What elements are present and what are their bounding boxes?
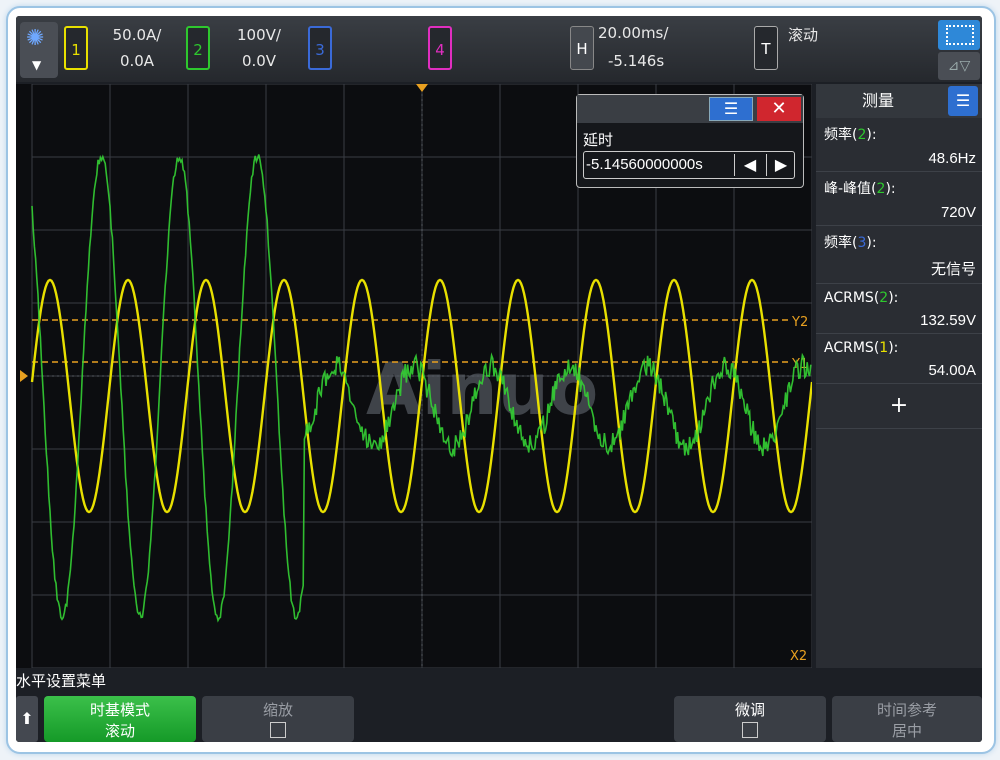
trigger-position-marker: [416, 84, 428, 92]
measure-label: ACRMS(1):: [824, 340, 976, 356]
softkey-label: 时基模式: [44, 699, 196, 720]
main-menu-button[interactable]: ✺ ▼: [20, 22, 58, 78]
logo-icon: ✺: [26, 26, 44, 51]
measure-header: 测量 ☰: [816, 84, 982, 118]
measure-value: 无信号: [824, 258, 976, 279]
zoom-checkbox[interactable]: [270, 722, 286, 738]
measure-item[interactable]: ACRMS(2): 132.59V: [816, 284, 982, 334]
channel-2-scale: 100V/: [224, 26, 294, 44]
channel-1-offset: 0.0A: [102, 52, 172, 70]
ground-marker: [20, 370, 28, 382]
channel-1-scale: 50.0A/: [102, 26, 172, 44]
measure-item[interactable]: 频率(3): 无信号: [816, 226, 982, 284]
channel-3-button[interactable]: 3: [308, 26, 332, 70]
measure-title: 测量: [862, 84, 894, 118]
measure-label: 频率(3):: [824, 232, 976, 252]
measure-label: 峰-峰值(2):: [824, 178, 976, 198]
fine-checkbox[interactable]: [742, 722, 758, 738]
dialog-menu-icon[interactable]: ☰: [709, 97, 753, 121]
measure-item[interactable]: ACRMS(1): 54.00A: [816, 334, 982, 384]
increment-icon[interactable]: ▶: [766, 154, 795, 176]
decrement-icon[interactable]: ◀: [734, 154, 765, 176]
measure-item[interactable]: 频率(2): 48.6Hz: [816, 118, 982, 172]
measure-value: 54.00A: [824, 362, 976, 379]
measure-label: ACRMS(2):: [824, 290, 976, 306]
cursor-y2-label: Y2: [791, 315, 808, 330]
cursor-mode-icon[interactable]: ⊿▽: [938, 52, 980, 80]
delay-dialog: ☰ ✕ 延时 -5.14560000000s ◀ ▶: [576, 94, 804, 188]
delay-field[interactable]: -5.14560000000s ◀ ▶: [583, 151, 795, 179]
channel-2-button[interactable]: 2: [186, 26, 210, 70]
softkey-label: 微调: [674, 699, 826, 720]
timebase-mode-softkey[interactable]: 时基模式 滚动: [44, 696, 196, 742]
dropdown-arrow-icon: ▼: [32, 58, 41, 72]
add-measurement-button[interactable]: +: [816, 384, 982, 429]
measure-item[interactable]: 峰-峰值(2): 720V: [816, 172, 982, 226]
back-arrow-icon[interactable]: ⬆: [16, 696, 38, 742]
softkey-value: 居中: [832, 720, 982, 741]
zoom-softkey[interactable]: 缩放: [202, 696, 354, 742]
dialog-title: 延时: [583, 129, 613, 150]
softkey-value: 滚动: [44, 720, 196, 741]
channel-2-offset: 0.0V: [224, 52, 294, 70]
measure-value: 132.59V: [824, 312, 976, 329]
softkey-label: 缩放: [202, 699, 354, 720]
time-delay: -5.146s: [608, 52, 688, 70]
softkey-label: 时间参考: [832, 699, 982, 720]
oscilloscope-screen: ✺ ▼ 1 50.0A/ 0.0A 2 100V/ 0.0V 3 4 H 20.…: [16, 16, 982, 742]
time-scale: 20.00ms/: [598, 24, 688, 42]
measure-panel: 测量 ☰ 频率(2): 48.6Hz 峰-峰值(2): 720V 频率(3): 无信号 AC…: [816, 84, 982, 668]
channel-4-button[interactable]: 4: [428, 26, 452, 70]
time-reference-softkey[interactable]: 时间参考 居中: [832, 696, 982, 742]
selection-icon[interactable]: [938, 20, 980, 50]
measure-menu-icon[interactable]: ☰: [948, 86, 978, 116]
trigger-mode: 滚动: [788, 24, 848, 45]
measure-value: 720V: [824, 204, 976, 221]
channel-1-button[interactable]: 1: [64, 26, 88, 70]
menu-title: 水平设置菜单: [16, 670, 106, 691]
measure-label: 频率(2):: [824, 124, 976, 144]
top-bar: ✺ ▼ 1 50.0A/ 0.0A 2 100V/ 0.0V 3 4 H 20.…: [16, 16, 982, 82]
close-icon[interactable]: ✕: [757, 97, 801, 121]
delay-value: -5.14560000000s: [586, 156, 703, 173]
cursor-x2-label: X2: [790, 649, 807, 664]
fine-softkey[interactable]: 微调: [674, 696, 826, 742]
measure-value: 48.6Hz: [824, 150, 976, 167]
trigger-button[interactable]: T: [754, 26, 778, 70]
horizontal-button[interactable]: H: [570, 26, 594, 70]
